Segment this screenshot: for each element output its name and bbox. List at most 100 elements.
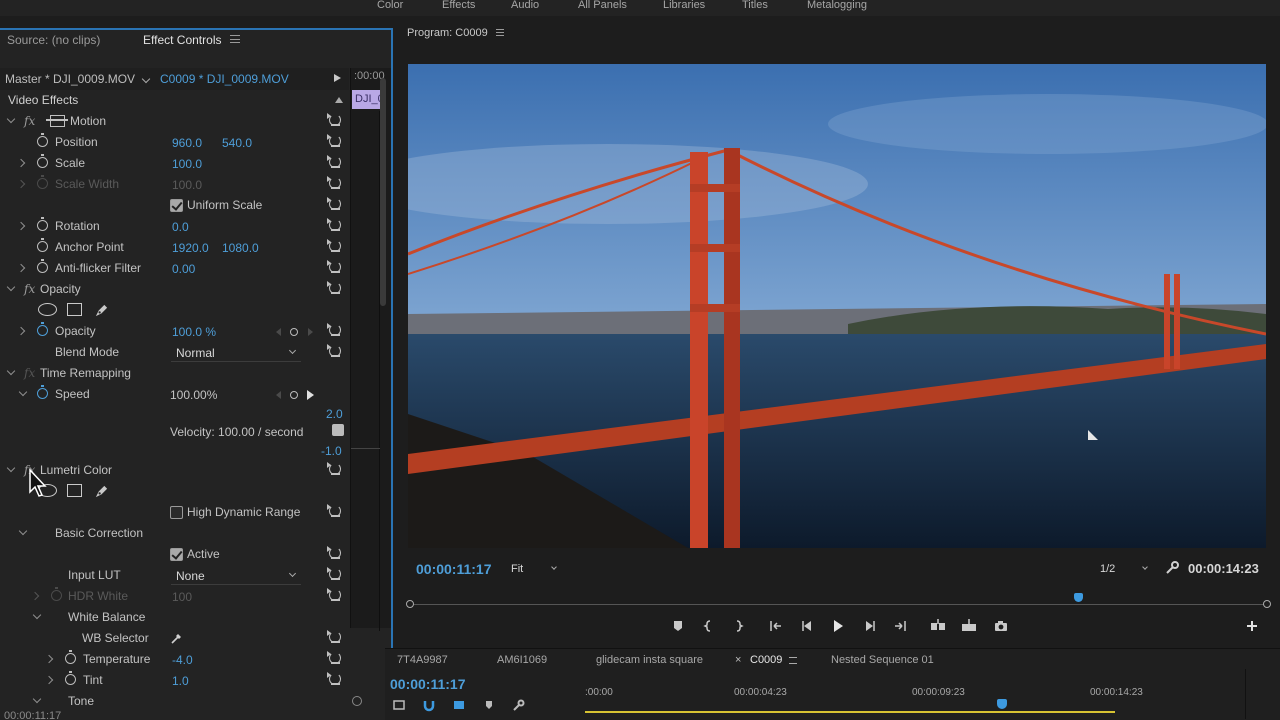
position-y-value[interactable]: 540.0: [222, 136, 252, 150]
stopwatch-icon[interactable]: [37, 238, 48, 252]
reset-icon[interactable]: [327, 588, 341, 601]
step-forward-icon[interactable]: [862, 618, 878, 634]
reset-icon[interactable]: [327, 630, 341, 643]
pen-mask-icon[interactable]: [94, 303, 109, 318]
panel-menu-icon[interactable]: [230, 35, 240, 43]
overwrite-icon[interactable]: [961, 618, 977, 634]
velocity-graph-icon[interactable]: [332, 424, 344, 436]
position-x-value[interactable]: 960.0: [172, 136, 202, 150]
motion-transform-icon[interactable]: [46, 115, 68, 127]
workspace-all-panels[interactable]: All Panels: [578, 0, 627, 11]
next-keyframe-icon[interactable]: [308, 328, 313, 336]
play-icon[interactable]: [830, 618, 846, 634]
rectangle-mask-icon[interactable]: [67, 484, 82, 497]
ellipse-mask-icon[interactable]: [38, 303, 57, 316]
reset-icon[interactable]: [327, 672, 341, 685]
tab-sequence[interactable]: glidecam insta square: [596, 654, 703, 666]
work-area-bar[interactable]: [585, 711, 1115, 713]
program-current-timecode[interactable]: 00:00:11:17: [416, 561, 492, 577]
program-video-frame[interactable]: [408, 64, 1266, 548]
wrench-icon[interactable]: [1165, 561, 1179, 575]
workspace-effects[interactable]: Effects: [442, 0, 475, 11]
reset-icon[interactable]: [327, 281, 341, 294]
mark-out-icon[interactable]: [730, 618, 746, 634]
eyedropper-icon[interactable]: [170, 631, 184, 645]
twisty-closed-icon[interactable]: [16, 326, 26, 336]
input-lut-select[interactable]: None: [171, 567, 301, 585]
fx-icon[interactable]: fx: [24, 114, 35, 128]
panel-menu-icon[interactable]: [789, 657, 797, 664]
white-balance-group[interactable]: White Balance: [0, 607, 349, 628]
basic-correction-group[interactable]: Basic Correction: [0, 523, 349, 544]
linked-selection-icon[interactable]: [452, 698, 466, 712]
twisty-open-icon[interactable]: [18, 387, 28, 397]
circle-icon[interactable]: [352, 696, 362, 706]
previous-keyframe-icon[interactable]: [276, 391, 281, 399]
rectangle-mask-icon[interactable]: [67, 303, 82, 316]
program-title[interactable]: Program: C0009: [407, 27, 488, 39]
add-marker-icon[interactable]: [670, 618, 686, 634]
anchor-x-value[interactable]: 1920.0: [172, 241, 209, 255]
twisty-open-icon[interactable]: [18, 526, 28, 536]
next-keyframe-icon[interactable]: [307, 390, 314, 400]
fx-icon[interactable]: fx: [24, 282, 35, 296]
twisty-closed-icon[interactable]: [16, 158, 26, 168]
pen-mask-icon[interactable]: [94, 484, 109, 499]
scrollbar[interactable]: [380, 78, 386, 306]
twisty-closed-icon[interactable]: [16, 221, 26, 231]
previous-keyframe-icon[interactable]: [276, 328, 281, 336]
stopwatch-icon[interactable]: [37, 259, 48, 273]
reset-icon[interactable]: [327, 134, 341, 147]
tab-source[interactable]: Source: (no clips): [7, 33, 100, 47]
effect-opacity[interactable]: fx Opacity: [0, 279, 349, 300]
plus-icon[interactable]: [1244, 618, 1260, 634]
tab-sequence-active[interactable]: C0009: [750, 654, 782, 666]
resolution-select[interactable]: 1/2: [1092, 560, 1152, 578]
stopwatch-icon[interactable]: [65, 671, 76, 685]
twisty-open-icon[interactable]: [6, 366, 16, 376]
twisty-closed-icon[interactable]: [16, 263, 26, 273]
reset-icon[interactable]: [327, 567, 341, 580]
panel-menu-icon[interactable]: [496, 29, 504, 36]
go-to-out-icon[interactable]: [892, 618, 908, 634]
zoom-select[interactable]: Fit: [505, 560, 561, 578]
nest-icon[interactable]: [392, 698, 406, 712]
twisty-open-icon[interactable]: [6, 282, 16, 292]
collapse-up-icon[interactable]: [335, 97, 343, 103]
anti-flicker-value[interactable]: 0.00: [172, 262, 195, 276]
twisty-closed-icon[interactable]: [44, 675, 54, 685]
tint-value[interactable]: 1.0: [172, 674, 189, 688]
tab-sequence[interactable]: AM6I1069: [497, 654, 547, 666]
timeline-timecode[interactable]: 00:00:11:17: [390, 676, 466, 692]
blend-mode-select[interactable]: Normal: [171, 344, 301, 362]
add-keyframe-icon[interactable]: [290, 391, 298, 399]
effect-lumetri-color[interactable]: fx Lumetri Color: [0, 460, 349, 481]
reset-icon[interactable]: [327, 260, 341, 273]
rotation-value[interactable]: 0.0: [172, 220, 189, 234]
stopwatch-icon[interactable]: [37, 133, 48, 147]
tab-effect-controls[interactable]: Effect Controls: [143, 33, 221, 47]
stopwatch-icon[interactable]: [65, 650, 76, 664]
tab-sequence[interactable]: Nested Sequence 01: [831, 654, 934, 666]
reset-icon[interactable]: [327, 176, 341, 189]
snap-icon[interactable]: [422, 698, 436, 712]
stopwatch-icon[interactable]: [37, 322, 48, 336]
camera-icon[interactable]: [993, 618, 1009, 634]
chevron-down-icon[interactable]: [141, 74, 151, 84]
stopwatch-icon[interactable]: [37, 385, 48, 399]
reset-icon[interactable]: [327, 155, 341, 168]
twisty-open-icon[interactable]: [32, 610, 42, 620]
play-icon[interactable]: [334, 74, 341, 82]
mark-in-icon[interactable]: [701, 618, 717, 634]
stopwatch-icon[interactable]: [37, 217, 48, 231]
opacity-value[interactable]: 100.0 %: [172, 325, 216, 339]
reset-icon[interactable]: [327, 462, 341, 475]
reset-icon[interactable]: [327, 113, 341, 126]
reset-icon[interactable]: [327, 546, 341, 559]
twisty-closed-icon[interactable]: [44, 654, 54, 664]
program-scrub-ruler[interactable]: [406, 593, 1271, 611]
program-playhead[interactable]: [1074, 593, 1084, 602]
workspace-audio[interactable]: Audio: [511, 0, 539, 11]
scale-value[interactable]: 100.0: [172, 157, 202, 171]
close-tab-icon[interactable]: ×: [735, 654, 741, 666]
